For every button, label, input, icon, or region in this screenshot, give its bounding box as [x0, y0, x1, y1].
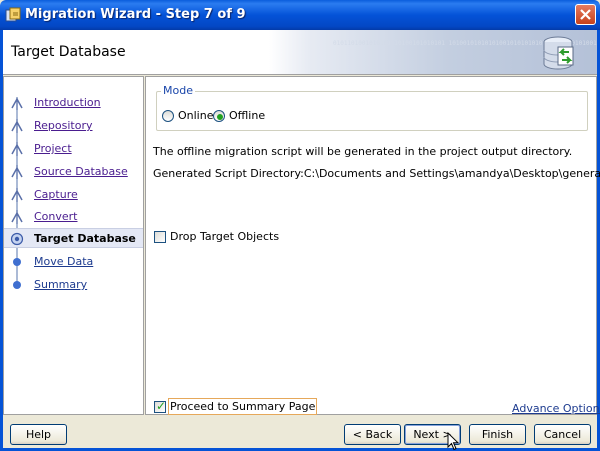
- back-button-label[interactable]: < Back: [353, 428, 392, 441]
- radio-circle[interactable]: [213, 110, 225, 122]
- drop-target-objects-label[interactable]: Drop Target Objects: [170, 230, 279, 243]
- title-bar: Migration Wizard - Step 7 of 9: [0, 0, 600, 30]
- checkmark-icon: ✓: [156, 399, 167, 413]
- step-future-icon: [13, 281, 21, 289]
- database-migration-icon: [543, 36, 574, 70]
- next-button-label[interactable]: Next >: [413, 428, 451, 441]
- step-label[interactable]: Project: [34, 142, 72, 155]
- step-visited-icon: [11, 188, 23, 202]
- online-label[interactable]: Online: [178, 109, 213, 122]
- step-convert[interactable]: Convert: [4, 207, 143, 227]
- step-visited-icon: [11, 210, 23, 224]
- step-visited-icon: [11, 119, 23, 133]
- step-label: Target Database: [34, 232, 136, 245]
- mode-group: Mode Online Offline: [156, 84, 588, 131]
- help-button-label[interactable]: Help: [26, 428, 51, 441]
- step-label[interactable]: Introduction: [34, 96, 101, 109]
- checkbox-box[interactable]: ✓: [154, 399, 167, 413]
- wizard-steps-nav: Introduction Repository Project Source D…: [3, 76, 144, 415]
- close-icon: [580, 9, 591, 20]
- finish-button-label[interactable]: Finish: [482, 428, 513, 441]
- step-label[interactable]: Move Data: [34, 255, 93, 268]
- step-introduction[interactable]: Introduction: [4, 93, 143, 113]
- radio-selected-dot: [217, 114, 223, 120]
- script-directory-text: Generated Script Directory:C:\Documents …: [153, 167, 600, 180]
- proceed-to-summary-label[interactable]: Proceed to Summary Page: [167, 398, 318, 415]
- step-project[interactable]: Project: [4, 139, 143, 159]
- step-visited-icon: [11, 165, 23, 179]
- page-title: Target Database: [11, 44, 126, 60]
- main-panel: Mode Online Offline The offline migratio…: [145, 76, 600, 415]
- step-summary[interactable]: Summary: [4, 275, 143, 295]
- offline-label[interactable]: Offline: [229, 109, 265, 122]
- back-button[interactable]: < Back: [344, 424, 401, 445]
- radio-circle[interactable]: [162, 110, 174, 122]
- step-repository[interactable]: Repository: [4, 116, 143, 136]
- app-icon: [5, 7, 21, 22]
- advance-options-link[interactable]: Advance Options: [512, 402, 600, 415]
- finish-button[interactable]: Finish: [469, 424, 526, 445]
- step-label[interactable]: Capture: [34, 188, 78, 201]
- step-source-database[interactable]: Source Database: [4, 162, 143, 182]
- step-visited-icon: [11, 142, 23, 156]
- close-button[interactable]: [575, 4, 596, 25]
- step-label[interactable]: Convert: [34, 210, 78, 223]
- step-label[interactable]: Repository: [34, 119, 93, 132]
- step-move-data[interactable]: Move Data: [4, 252, 143, 272]
- cancel-button[interactable]: Cancel: [534, 424, 591, 445]
- help-button[interactable]: Help: [10, 424, 67, 445]
- checkbox-box[interactable]: [154, 231, 166, 243]
- cancel-button-label[interactable]: Cancel: [544, 428, 581, 441]
- mode-legend: Mode: [161, 84, 195, 97]
- page-header: 0101101001010101010100101010101 10100101…: [3, 30, 597, 75]
- offline-info-text: The offline migration script will be gen…: [153, 145, 573, 158]
- step-capture[interactable]: Capture: [4, 185, 143, 205]
- window-title: Migration Wizard - Step 7 of 9: [25, 7, 246, 22]
- step-target-database: Target Database: [4, 228, 143, 248]
- step-label[interactable]: Source Database: [34, 165, 128, 178]
- step-current-icon: [10, 232, 24, 246]
- step-future-icon: [13, 258, 21, 266]
- mouse-pointer-icon: [447, 432, 459, 451]
- step-visited-icon: [11, 97, 23, 110]
- step-label[interactable]: Summary: [34, 278, 87, 291]
